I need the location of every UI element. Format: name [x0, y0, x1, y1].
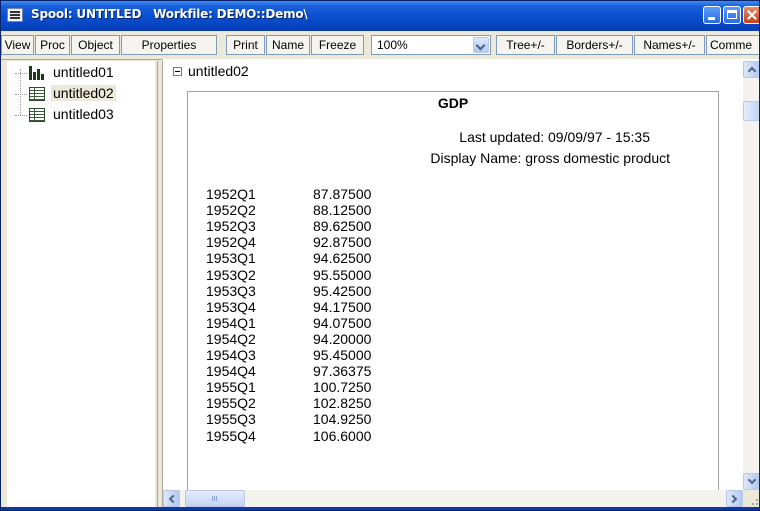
row-date: 1952Q2 — [206, 202, 256, 219]
row-value: 102.8250 — [313, 395, 372, 412]
row-date: 1953Q3 — [206, 282, 256, 299]
title-bar[interactable]: Spool: UNTITLED Workfile: DEMO::Demo\ — [1, 1, 759, 31]
proc-button[interactable]: Proc — [35, 35, 70, 55]
object-button[interactable]: Object — [71, 35, 120, 55]
tree-toggle-button[interactable]: Tree+/- — [496, 35, 555, 55]
row-date: 1954Q4 — [206, 363, 256, 380]
row-value: 95.45000 — [313, 347, 372, 363]
row-date: 1953Q2 — [206, 266, 256, 283]
row-value: 88.12500 — [313, 202, 372, 219]
row-value: 94.07500 — [313, 314, 372, 331]
row-value: 94.62500 — [313, 250, 372, 267]
resize-grip[interactable] — [743, 490, 759, 507]
chevron-down-icon[interactable] — [473, 37, 489, 53]
tree-item-label: untitled01 — [53, 64, 114, 80]
row-date: 1953Q1 — [206, 250, 256, 267]
view-button[interactable]: View — [1, 35, 34, 55]
node-label: untitled02 — [188, 63, 249, 79]
borders-toggle-button[interactable]: Borders+/- — [556, 35, 633, 55]
row-value: 100.7250 — [313, 379, 372, 396]
names-toggle-button[interactable]: Names+/- — [634, 35, 705, 55]
horizontal-scrollbar[interactable] — [163, 490, 743, 507]
row-value: 95.42500 — [313, 282, 372, 299]
scroll-left-icon[interactable] — [163, 490, 180, 507]
row-value: 89.62500 — [313, 218, 372, 235]
row-value: 94.20000 — [313, 330, 372, 347]
graph-icon — [29, 66, 45, 80]
row-value: 95.55000 — [313, 266, 372, 283]
row-value: 94.17500 — [313, 298, 372, 315]
window-title: Spool: UNTITLED Workfile: DEMO::Demo\ — [31, 7, 308, 21]
name-button[interactable]: Name — [266, 35, 310, 55]
collapse-icon[interactable] — [173, 67, 182, 76]
row-date: 1954Q1 — [206, 314, 256, 331]
row-date: 1952Q4 — [206, 234, 256, 251]
row-value: 87.87500 — [313, 186, 372, 202]
row-date: 1954Q3 — [206, 347, 256, 363]
horizontal-scroll-thumb[interactable] — [185, 490, 245, 507]
row-date: 1953Q4 — [206, 298, 256, 315]
close-button[interactable] — [743, 6, 759, 24]
row-date: 1955Q1 — [206, 379, 256, 396]
toolbar: View Proc Object Properties Print Name F… — [1, 31, 759, 60]
table-icon — [29, 87, 45, 101]
comments-toggle-button[interactable]: Comme — [706, 35, 759, 55]
table-icon — [29, 108, 45, 122]
row-value: 97.36375 — [313, 363, 372, 380]
display-name-text: Display Name: gross domestic product — [430, 150, 670, 166]
table-document: GDP Last updated: 09/09/97 - 15:35 Displ… — [187, 91, 719, 509]
scroll-right-icon[interactable] — [726, 490, 743, 507]
maximize-button[interactable] — [723, 6, 741, 24]
print-button[interactable]: Print — [226, 35, 265, 55]
table-title: GDP — [437, 95, 469, 111]
vertical-scrollbar[interactable] — [743, 61, 759, 490]
properties-button[interactable]: Properties — [121, 35, 217, 55]
vertical-scroll-thumb[interactable] — [743, 101, 759, 121]
zoom-value: 100% — [377, 38, 408, 52]
scroll-down-icon[interactable] — [743, 473, 759, 490]
tree-item-label: untitled02 — [51, 85, 116, 101]
freeze-button[interactable]: Freeze — [311, 35, 364, 55]
spool-icon — [7, 8, 23, 22]
spool-window: Spool: UNTITLED Workfile: DEMO::Demo\ Vi… — [0, 0, 760, 511]
minimize-button[interactable] — [703, 6, 721, 24]
row-value: 104.9250 — [313, 411, 372, 428]
row-date: 1955Q4 — [206, 427, 256, 444]
row-date: 1955Q2 — [206, 395, 256, 412]
last-updated-text: Last updated: 09/09/97 - 15:35 — [459, 129, 650, 145]
row-date: 1955Q3 — [206, 411, 256, 428]
tree-item-label: untitled03 — [53, 106, 114, 122]
row-value: 92.87500 — [313, 234, 372, 251]
row-value: 106.6000 — [313, 427, 372, 444]
row-date: 1952Q3 — [206, 218, 256, 235]
zoom-select[interactable]: 100% — [371, 35, 491, 55]
window-frame-bottom — [1, 507, 759, 510]
spool-tree: untitled01 untitled02 untitled03 — [7, 61, 155, 507]
scroll-up-icon[interactable] — [743, 61, 759, 78]
row-date: 1954Q2 — [206, 330, 256, 347]
row-date: 1952Q1 — [206, 186, 256, 202]
spool-content-pane: untitled02 GDP Last updated: 09/09/97 - … — [163, 59, 759, 509]
tree-connector — [20, 69, 22, 115]
